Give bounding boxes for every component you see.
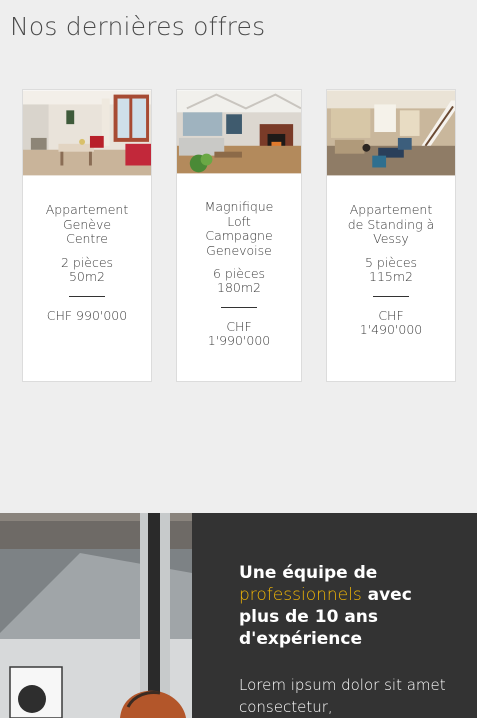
- team-photo: [0, 513, 192, 718]
- offer-card[interactable]: Magnifique Loft Campagne Genevoise 6 piè…: [176, 89, 302, 382]
- offer-info: Appartement Genève Centre 2 pièces 50m2 …: [23, 176, 151, 323]
- heading-accent: professionnels: [239, 585, 362, 605]
- offer-card[interactable]: Appartement Genève Centre 2 pièces 50m2 …: [22, 89, 152, 382]
- offer-area: 115m2: [369, 268, 413, 284]
- offer-area: 180m2: [217, 280, 261, 295]
- offer-name: Appartement Genève Centre: [45, 202, 129, 246]
- offer-info: Magnifique Loft Campagne Genevoise 6 piè…: [177, 174, 301, 348]
- offer-price: CHF 1'490'000: [359, 307, 423, 337]
- property-photo[interactable]: [23, 90, 151, 176]
- offer-rooms: 5 pièces: [364, 254, 418, 270]
- offer-price: CHF 990'000: [46, 307, 128, 323]
- section-title: Nos dernières offres: [10, 12, 266, 41]
- offer-rooms: 6 pièces: [212, 266, 266, 281]
- offer-rooms: 2 pièces: [60, 254, 114, 270]
- team-section: Une équipe de professionnels avec plus d…: [0, 513, 477, 718]
- offer-price: CHF 1'990'000: [207, 319, 271, 348]
- offer-info: Appartement de Standing à Vessy 5 pièces…: [327, 176, 455, 337]
- heading-text: Une équipe de: [239, 563, 378, 583]
- offer-area: 50m2: [68, 268, 106, 284]
- property-photo[interactable]: [327, 90, 455, 176]
- team-panel: Une équipe de professionnels avec plus d…: [192, 513, 477, 718]
- property-photo[interactable]: [177, 90, 301, 174]
- divider: [69, 295, 105, 297]
- team-heading: Une équipe de professionnels avec plus d…: [239, 562, 444, 650]
- divider: [221, 307, 257, 308]
- offer-name: Magnifique Loft Campagne Genevoise: [204, 199, 274, 258]
- team-body-text: Lorem ipsum dolor sit amet consectetur,: [239, 676, 446, 716]
- offer-card[interactable]: Appartement de Standing à Vessy 5 pièces…: [326, 89, 456, 382]
- offer-name: Appartement de Standing à Vessy: [347, 202, 435, 246]
- divider: [373, 295, 409, 297]
